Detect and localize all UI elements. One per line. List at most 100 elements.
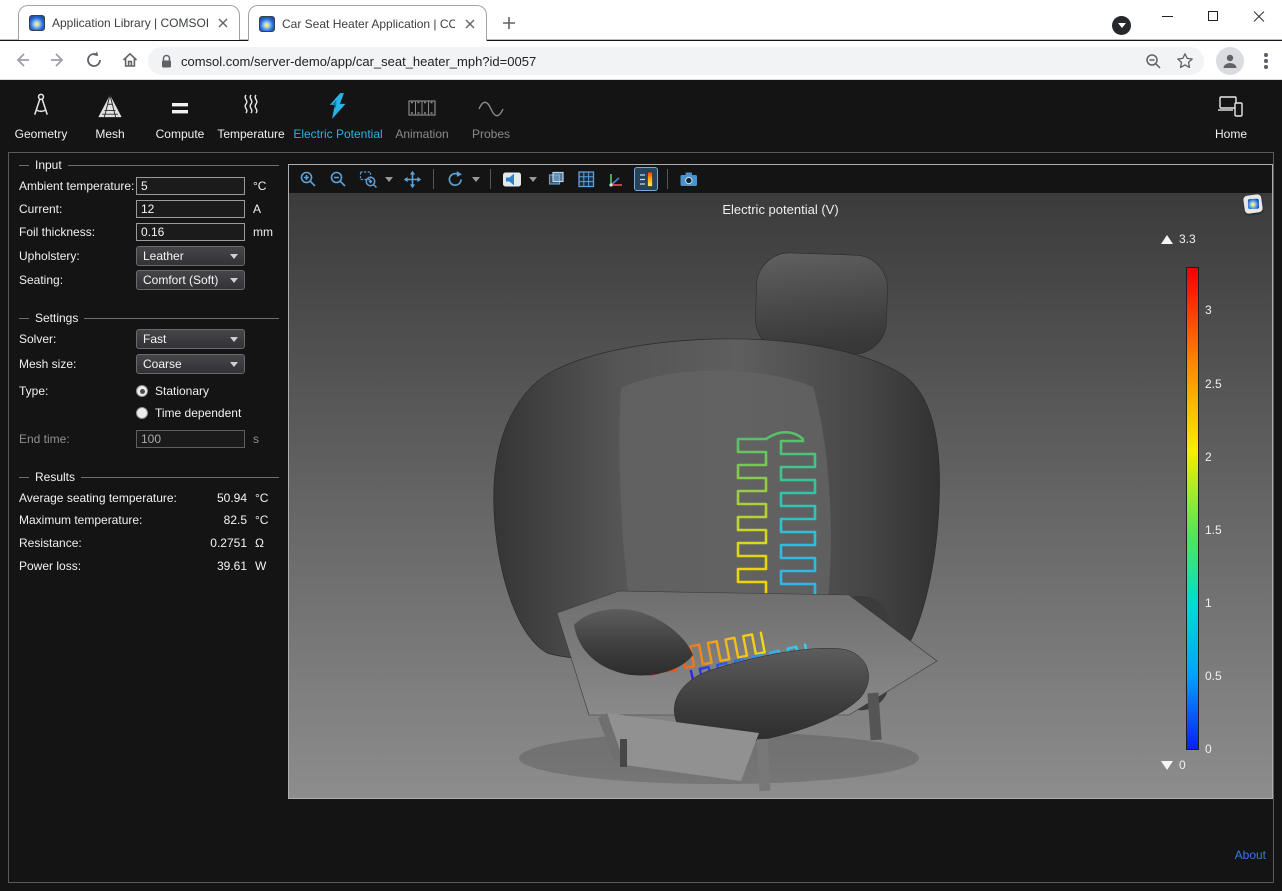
url-text: comsol.com/server-demo/app/car_seat_heat… [181,54,1137,69]
type-row: Type: Stationary [19,381,283,401]
profile-avatar[interactable] [1216,47,1244,75]
solver-row: Solver: Fast [19,329,283,349]
chevron-down-icon[interactable] [472,177,480,182]
foil-thickness-row: Foil thickness: mm [19,222,283,242]
legend-max: 3.3 [1161,232,1196,246]
zoom-extents-button[interactable] [401,168,423,190]
field-unit: mm [253,225,273,239]
field-label: End time: [19,432,136,446]
seating-dropdown[interactable]: Comfort (Soft) [136,270,245,290]
field-label: Upholstery: [19,249,136,263]
mesh-size-row: Mesh size: Coarse [19,354,283,374]
section-title: Results [35,470,75,484]
back-button[interactable] [8,46,36,74]
zoom-in-button[interactable] [297,168,319,190]
chevron-down-icon [230,254,238,259]
lightning-bolt-icon [325,90,351,120]
axis-triad-button[interactable] [605,168,627,190]
dropdown-value: Leather [143,249,230,263]
scene-light-button[interactable] [501,168,523,190]
maximize-button[interactable] [1190,0,1236,32]
window-controls [1144,0,1282,40]
minimize-icon [1162,16,1173,17]
result-value: 39.61 [189,559,247,573]
compute-equals-icon [167,90,193,120]
mesh-triangle-icon [96,90,124,120]
legend-tick-label: 0.5 [1205,669,1222,683]
reload-button[interactable] [80,46,108,74]
end-time-row: End time: s [19,429,283,449]
ambient-temperature-row: Ambient temperature: °C [19,176,283,196]
zoom-level-icon[interactable] [1145,53,1162,70]
close-button[interactable] [1236,0,1282,32]
radio-time-dependent[interactable]: Time dependent [136,406,241,420]
results-section-header: Results [19,470,279,484]
about-link[interactable]: About [1235,848,1266,862]
film-strip-icon [407,90,437,120]
tab-close-icon[interactable] [462,16,478,32]
grid-button[interactable] [575,168,597,190]
tab-application-library[interactable]: Application Library | COMSOL Se [18,5,240,40]
chevron-down-icon[interactable] [529,177,537,182]
devices-home-icon [1216,90,1246,120]
minimize-button[interactable] [1144,0,1190,32]
plot-canvas[interactable]: Electric potential (V) [289,193,1272,798]
ribbon-home-button[interactable]: Home [1176,90,1282,141]
comsol-app: Geometry Mesh Compute [0,80,1282,891]
color-legend-button[interactable] [635,168,657,190]
snapshot-button[interactable] [678,168,700,190]
close-icon [1252,9,1266,23]
solver-dropdown[interactable]: Fast [136,329,245,349]
graphics-panel: Electric potential (V) [288,164,1273,799]
lock-icon [160,54,173,69]
resistance-row: Resistance: 0.2751 Ω [19,533,283,553]
forward-button[interactable] [44,46,72,74]
field-label: Type: [19,384,136,398]
tab-close-icon[interactable] [215,15,231,31]
geometry-compass-icon [28,90,54,120]
ribbon-label: Probes [472,127,510,141]
car-seat-model [289,193,1272,798]
browser-menu-button[interactable] [1254,49,1278,73]
result-unit: Ω [255,536,283,550]
result-value: 50.94 [189,491,247,505]
reset-view-button[interactable] [444,168,466,190]
browser-home-button[interactable] [116,46,144,74]
ribbon-probes-button[interactable]: Probes [436,90,546,141]
sidebar: Input Ambient temperature: °C Current: A… [9,153,289,882]
transparency-button[interactable] [545,168,567,190]
tab-search-button[interactable] [1112,16,1131,35]
chevron-down-icon[interactable] [385,177,393,182]
power-loss-row: Power loss: 39.61 W [19,556,283,576]
upholstery-dropdown[interactable]: Leather [136,246,245,266]
zoom-out-button[interactable] [327,168,349,190]
upholstery-row: Upholstery: Leather [19,246,283,266]
current-input[interactable] [136,200,245,218]
max-temperature-row: Maximum temperature: 82.5 °C [19,510,283,530]
toolbar-separator [433,169,434,189]
field-label: Ambient temperature: [19,179,136,193]
end-time-input [136,430,245,448]
field-unit: °C [253,179,266,193]
legend-tick-label: 1 [1205,596,1212,610]
foil-thickness-input[interactable] [136,223,245,241]
toolbar-separator [667,169,668,189]
zoom-box-button[interactable] [357,168,379,190]
input-section-header: Input [19,158,279,172]
radio-unselected-icon [136,407,148,419]
legend-tick-label: 3 [1205,303,1212,317]
result-value: 0.2751 [189,536,247,550]
field-label: Current: [19,202,136,216]
field-label: Mesh size: [19,357,136,371]
new-tab-button[interactable] [498,12,520,34]
bookmark-star-icon[interactable] [1176,52,1194,70]
ambient-temperature-input[interactable] [136,177,245,195]
address-bar[interactable]: comsol.com/server-demo/app/car_seat_heat… [148,47,1204,75]
result-value: 82.5 [189,513,247,527]
tab-car-seat-heater[interactable]: Car Seat Heater Application | CO [248,5,487,41]
mesh-size-dropdown[interactable]: Coarse [136,354,245,374]
legend-min-value: 0 [1179,758,1186,772]
radio-stationary[interactable]: Stationary [136,384,209,398]
chevron-down-icon [230,362,238,367]
field-label: Seating: [19,273,136,287]
